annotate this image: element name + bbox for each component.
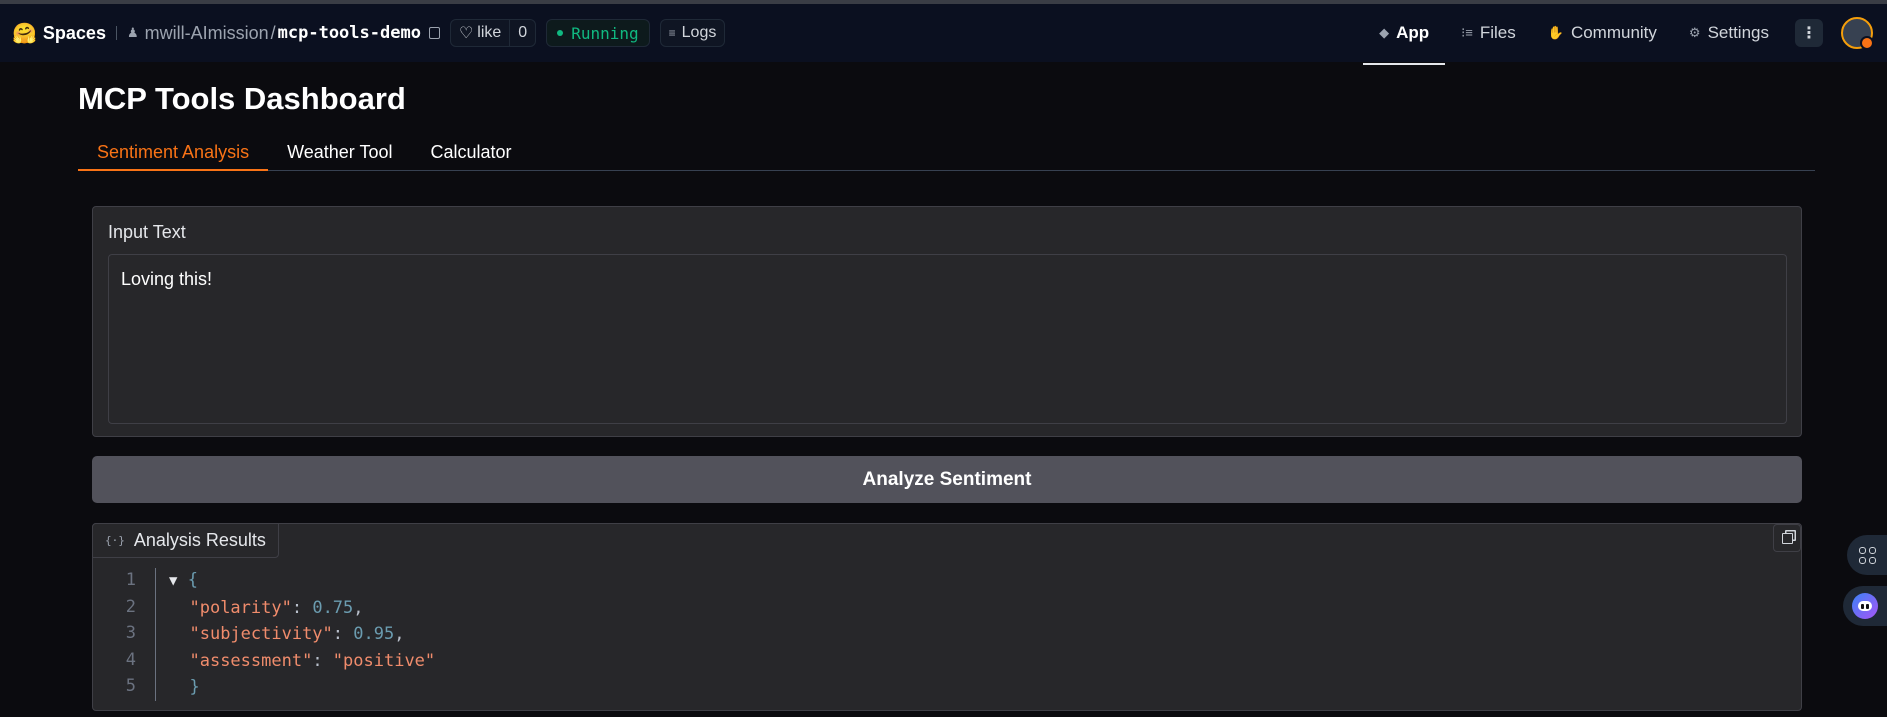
input-text-field[interactable]: Loving this! [108, 254, 1787, 424]
files-icon: ⁝≡ [1461, 25, 1473, 40]
results-label-text: Analysis Results [133, 530, 266, 550]
analyze-sentiment-button[interactable]: Analyze Sentiment [92, 456, 1802, 503]
cube-icon: ◆ [1379, 25, 1390, 40]
analysis-results-label: {·} Analysis Results [92, 523, 279, 558]
json-line: } [169, 674, 435, 701]
user-icon: ♟ [126, 25, 139, 40]
page-title: MCP Tools Dashboard [78, 81, 406, 116]
logs-button[interactable]: ≡ Logs [659, 19, 726, 47]
json-key: "subjectivity" [189, 624, 333, 644]
json-comma: , [353, 597, 364, 618]
widgets-button[interactable] [1847, 535, 1887, 575]
json-line: "polarity": 0.75, [169, 595, 435, 622]
json-value: 0.95 [353, 624, 395, 644]
grid-icon [1858, 546, 1876, 564]
owner-link[interactable]: mwill-AImission [145, 23, 269, 44]
json-colon: : [312, 650, 333, 671]
status-dot-icon [557, 30, 564, 36]
status-text: Running [571, 23, 639, 43]
like-label: like [477, 24, 502, 41]
like-count: 0 [509, 20, 535, 46]
space-nav: ◆ App ⁝≡ Files ✋ Community ⚙ Settings ⋮ [1363, 4, 1887, 65]
nav-tab-label: Settings [1707, 23, 1769, 42]
assistant-bot-button[interactable] [1843, 586, 1887, 626]
json-braces-icon: {·} [105, 534, 125, 547]
tool-tabs: Sentiment Analysis Weather Tool Calculat… [78, 139, 1815, 171]
nav-tab-label: Files [1479, 23, 1516, 42]
json-colon: : [332, 624, 354, 644]
breadcrumb-separator: / [270, 22, 276, 43]
community-icon: ✋ [1547, 25, 1564, 40]
json-key: "assessment" [189, 650, 313, 671]
analysis-results-block: {·} Analysis Results 1 2 3 4 5 ▼ { "pola… [92, 523, 1802, 711]
collapse-toggle-icon[interactable]: ▼ [169, 573, 177, 589]
copy-repo-name-icon[interactable] [428, 27, 440, 39]
user-avatar[interactable] [1841, 17, 1874, 50]
heart-icon: ♡ [458, 25, 474, 42]
more-options-button[interactable]: ⋮ [1795, 19, 1823, 47]
repo-breadcrumb: ♟ mwill-AImission / mcp-tools-demo [127, 23, 440, 44]
repo-name-link[interactable]: mcp-tools-demo [278, 23, 421, 43]
gear-icon: ⚙ [1688, 25, 1701, 40]
nav-tab-label: App [1396, 23, 1430, 42]
line-number-gutter: 1 2 3 4 5 [93, 567, 156, 700]
status-badge[interactable]: Running [546, 19, 650, 47]
nav-tab-label: Community [1570, 23, 1657, 42]
nav-tab-community[interactable]: ✋ Community [1532, 4, 1673, 62]
json-close-brace: } [189, 677, 200, 697]
json-open-brace: { [187, 570, 198, 590]
json-comma: , [394, 624, 405, 644]
tab-weather-tool[interactable]: Weather Tool [268, 139, 411, 170]
json-value: "positive" [332, 650, 436, 671]
logs-icon: ≡ [668, 26, 676, 40]
logs-label: Logs [681, 24, 717, 41]
top-navbar: 🤗 Spaces ♟ mwill-AImission / mcp-tools-d… [0, 0, 1887, 65]
line-number: 2 [125, 596, 136, 617]
json-value: 0.75 [312, 597, 354, 618]
line-number: 3 [125, 623, 136, 643]
line-number: 1 [125, 570, 136, 590]
like-button[interactable]: ♡ like 0 [449, 19, 537, 47]
vertical-dots-icon: ⋮ [1801, 25, 1817, 42]
json-line: "assessment": "positive" [169, 648, 435, 675]
bot-icon [1852, 593, 1878, 619]
json-viewer: ▼ { "polarity": 0.75, "subjectivity": 0.… [169, 567, 435, 701]
input-text-label: Input Text [108, 222, 186, 242]
line-number: 5 [125, 676, 136, 696]
tab-sentiment-analysis[interactable]: Sentiment Analysis [78, 139, 269, 171]
spaces-home-link[interactable]: 🤗 Spaces [12, 21, 106, 46]
nav-tab-files[interactable]: ⁝≡ Files [1445, 4, 1532, 62]
nav-tab-settings[interactable]: ⚙ Settings [1673, 4, 1785, 62]
copy-json-button[interactable] [1773, 524, 1801, 552]
brand-label: Spaces [42, 22, 106, 43]
nav-tab-app[interactable]: ◆ App [1363, 4, 1446, 65]
divider [115, 26, 117, 40]
hugging-face-logo-icon: 🤗 [12, 22, 37, 45]
copy-icon [1781, 532, 1793, 544]
json-line: ▼ { [169, 567, 435, 595]
tab-calculator[interactable]: Calculator [411, 139, 530, 170]
gutter-divider [155, 568, 156, 701]
json-line: "subjectivity": 0.95, [169, 621, 435, 648]
input-text-block: Input Text Loving this! [92, 206, 1802, 437]
line-number: 4 [125, 649, 136, 670]
json-key: "polarity" [189, 597, 292, 618]
json-colon: : [291, 597, 313, 618]
